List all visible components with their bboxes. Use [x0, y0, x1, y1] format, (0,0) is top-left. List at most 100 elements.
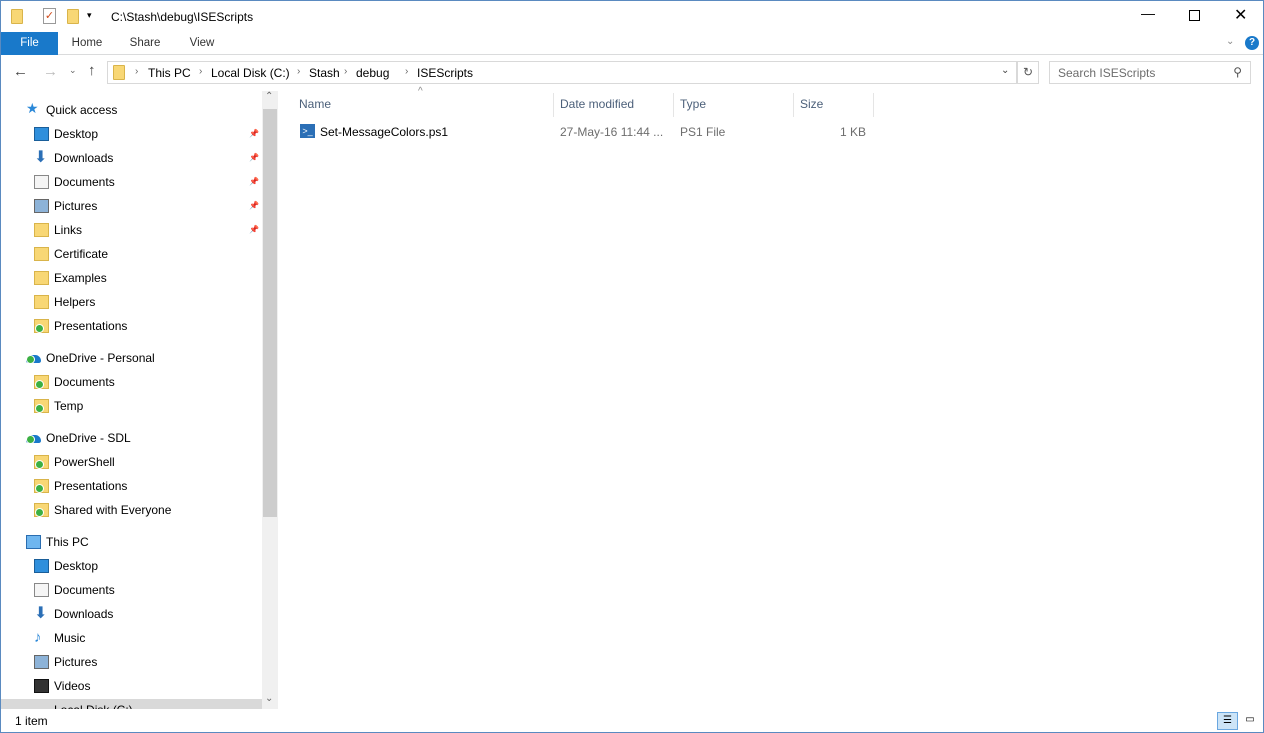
- nav-item-label: Pictures: [54, 655, 98, 669]
- nav-item[interactable]: Videos: [34, 675, 262, 697]
- crumb-stash[interactable]: Stash: [309, 66, 340, 80]
- nav-item-label: Presentations: [54, 479, 128, 493]
- sync-ok-icon: [35, 484, 44, 493]
- nav-item-label: Local Disk (C:): [54, 699, 133, 709]
- synced-folder-icon: [34, 503, 49, 517]
- close-button[interactable]: ✕: [1234, 5, 1247, 25]
- sync-ok-icon: [35, 404, 44, 413]
- nav-item[interactable]: Pictures: [34, 651, 262, 673]
- nav-item[interactable]: OneDrive - Personal: [26, 347, 262, 369]
- nav-item[interactable]: ▪Local Disk (C:): [1, 699, 262, 709]
- details-view-button[interactable]: ☰: [1217, 712, 1238, 730]
- nav-item[interactable]: Pictures 📌: [34, 195, 262, 217]
- customize-toolbar-icon[interactable]: ▾: [87, 10, 92, 21]
- properties-icon[interactable]: ✓: [43, 8, 56, 24]
- nav-item-label: Downloads: [54, 607, 114, 621]
- recent-locations-icon[interactable]: ⌄: [69, 65, 77, 76]
- file-row[interactable]: >_ Set-MessageColors.ps1 27-May-16 11:44…: [293, 121, 873, 143]
- nav-item[interactable]: ⬇ Downloads: [34, 603, 262, 625]
- pin-icon[interactable]: 📌: [249, 219, 259, 241]
- music-icon: ♪: [34, 629, 42, 646]
- document-icon: [34, 175, 49, 189]
- navigation-pane: ★ Quick access Desktop 📌 ⬇ Downloads 📌 Document…: [1, 91, 262, 709]
- nav-item-label: Presentations: [54, 319, 128, 333]
- nav-item-label: Desktop: [54, 559, 99, 573]
- crumb-isescripts[interactable]: ISEScripts: [417, 66, 473, 80]
- column-size[interactable]: Size: [794, 93, 874, 117]
- nav-item[interactable]: Certificate: [34, 243, 262, 265]
- synced-folder-icon: [34, 455, 49, 469]
- nav-item[interactable]: ⬇ Downloads 📌: [34, 147, 262, 169]
- sync-ok-icon: [35, 380, 44, 389]
- crumb-debug[interactable]: debug: [356, 66, 389, 80]
- tab-view[interactable]: View: [178, 32, 226, 55]
- help-icon[interactable]: ?: [1245, 36, 1259, 50]
- synced-folder-icon: [34, 319, 49, 333]
- nav-item-label: Examples: [54, 271, 107, 285]
- title-bar: ✓ ▾ C:\Stash\debug\ISEScripts — ✕: [1, 1, 1263, 32]
- nav-item[interactable]: ♪ Music: [34, 627, 262, 649]
- refresh-button[interactable]: ↻: [1017, 61, 1039, 84]
- nav-item-label: Temp: [54, 399, 84, 413]
- new-folder-icon[interactable]: [67, 9, 79, 24]
- nav-item[interactable]: PowerShell: [34, 451, 262, 473]
- pin-icon[interactable]: 📌: [249, 171, 259, 193]
- nav-item[interactable]: Desktop 📌: [34, 123, 262, 145]
- column-type[interactable]: Type: [674, 93, 794, 117]
- forward-button[interactable]: →: [43, 63, 58, 80]
- nav-item[interactable]: Temp: [34, 395, 262, 417]
- nav-scrollbar-thumb[interactable]: [263, 109, 277, 517]
- large-icons-view-button[interactable]: ▭: [1241, 712, 1259, 730]
- download-icon: ⬇: [34, 605, 48, 622]
- window-title: C:\Stash\debug\ISEScripts: [111, 10, 254, 24]
- sync-ok-icon: [35, 324, 44, 333]
- expand-ribbon-icon[interactable]: ⌄: [1226, 36, 1234, 47]
- crumb-this-pc[interactable]: This PC: [148, 66, 191, 80]
- nav-item[interactable]: OneDrive - SDL: [26, 427, 262, 449]
- ribbon-tabs: File Home Share View ⌄ ?: [1, 32, 1263, 55]
- nav-item[interactable]: Desktop: [34, 555, 262, 577]
- nav-item[interactable]: Documents: [34, 371, 262, 393]
- folder-icon: [34, 247, 49, 261]
- nav-item[interactable]: Documents: [34, 579, 262, 601]
- tab-file[interactable]: File: [1, 32, 58, 55]
- folder-icon: [34, 223, 49, 237]
- nav-item[interactable]: Links 📌: [34, 219, 262, 241]
- address-dropdown-icon[interactable]: ⌄: [1001, 65, 1009, 76]
- nav-item-label: Videos: [54, 679, 91, 693]
- nav-item-label: Links: [54, 223, 83, 237]
- column-date-modified[interactable]: Date modified: [554, 93, 674, 117]
- nav-item[interactable]: Presentations: [34, 315, 262, 337]
- up-button[interactable]: ↑: [88, 62, 96, 79]
- nav-item[interactable]: Documents 📌: [34, 171, 262, 193]
- nav-item[interactable]: Helpers: [34, 291, 262, 313]
- minimize-button[interactable]: —: [1141, 5, 1155, 21]
- tab-share[interactable]: Share: [121, 32, 169, 55]
- nav-item[interactable]: This PC: [26, 531, 262, 553]
- sync-ok-icon: [35, 508, 44, 517]
- nav-item-label: Shared with Everyone: [54, 503, 172, 517]
- nav-item[interactable]: Shared with Everyone: [34, 499, 262, 521]
- tab-home[interactable]: Home: [63, 32, 111, 55]
- nav-item-label: OneDrive - Personal: [46, 351, 155, 365]
- file-size: 1 KB: [839, 125, 866, 139]
- nav-item[interactable]: Presentations: [34, 475, 262, 497]
- star-icon: ★: [26, 100, 39, 116]
- pin-icon[interactable]: 📌: [249, 147, 259, 169]
- nav-item-label: Quick access: [46, 103, 118, 117]
- address-bar[interactable]: › This PC › Local Disk (C:) › Stash › de…: [107, 61, 1017, 84]
- search-placeholder: Search ISEScripts: [1058, 66, 1156, 80]
- sync-ok-icon: [26, 355, 35, 364]
- column-name[interactable]: Name: [293, 93, 554, 117]
- nav-item[interactable]: Examples: [34, 267, 262, 289]
- pin-icon[interactable]: 📌: [249, 123, 259, 145]
- nav-item-label: Helpers: [54, 295, 96, 309]
- folder-icon: [34, 295, 49, 309]
- pin-icon[interactable]: 📌: [249, 195, 259, 217]
- crumb-local-disk[interactable]: Local Disk (C:): [211, 66, 290, 80]
- search-input[interactable]: Search ISEScripts ⚲: [1049, 61, 1251, 84]
- nav-item[interactable]: ★ Quick access: [26, 99, 262, 121]
- maximize-button[interactable]: [1189, 10, 1200, 21]
- nav-item-label: Downloads: [54, 151, 114, 165]
- back-button[interactable]: ←: [13, 63, 28, 80]
